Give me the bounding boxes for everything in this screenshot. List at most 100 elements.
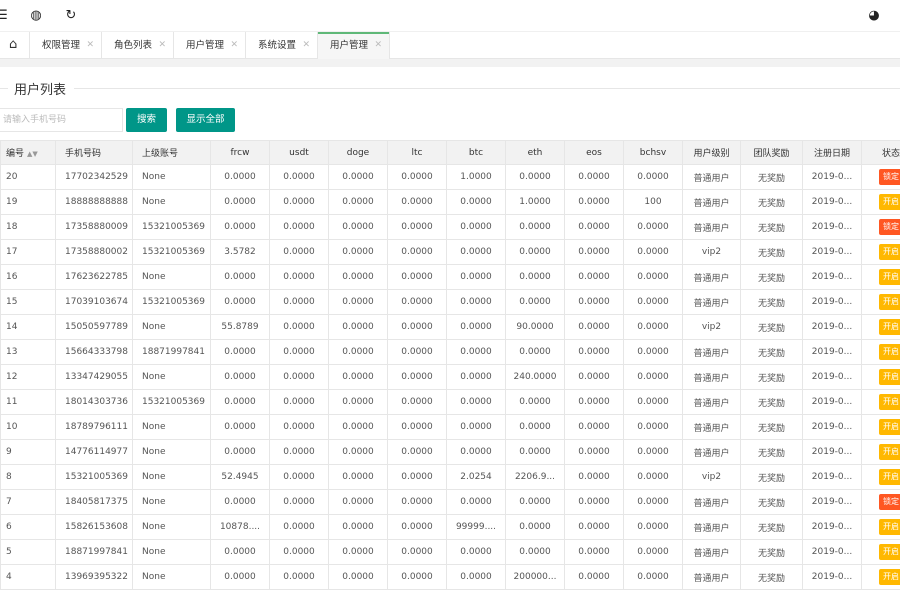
cell-ltc: 0.0000: [387, 364, 447, 390]
cell-doge: 0.0000: [328, 514, 388, 540]
status-toggle-button[interactable]: 开启: [879, 444, 900, 460]
cell-ltc: 0.0000: [387, 239, 447, 265]
status-toggle-button[interactable]: 开启: [879, 419, 900, 435]
status-toggle-button[interactable]: 开启: [879, 294, 900, 310]
table-row[interactable]: 17 17358880002 15321005369 3.5782 0.0000 0.00…: [0, 239, 900, 265]
cell-phone: 17623622785: [55, 264, 133, 290]
tab-user-management[interactable]: 用户管理 ✕: [174, 32, 246, 59]
tab-permission-management[interactable]: 权限管理 ✕: [30, 32, 102, 59]
cell-status: 开启: [861, 539, 900, 565]
menu-icon[interactable]: ☰: [0, 8, 10, 24]
cell-register-date: 2019-0...: [802, 189, 862, 215]
cell-frcw: 0.0000: [210, 439, 270, 465]
cell-btc: 0.0000: [446, 414, 506, 440]
cell-eth: 0.0000: [505, 164, 565, 190]
cell-eth: 0.0000: [505, 264, 565, 290]
cell-btc: 0.0000: [446, 289, 506, 315]
close-icon[interactable]: ✕: [158, 32, 166, 59]
sort-icon[interactable]: ▲▼: [27, 150, 38, 158]
cell-status: 开启: [861, 564, 900, 590]
show-all-button[interactable]: 显示全部: [176, 108, 235, 132]
status-toggle-button[interactable]: 锁定: [879, 494, 900, 510]
table-row[interactable]: 5 18871997841 None 0.0000 0.0000 0.0000 0.0000…: [0, 539, 900, 565]
cell-id: 13: [0, 339, 56, 365]
cell-phone: 15664333798: [55, 339, 133, 365]
cell-id: 9: [0, 439, 56, 465]
cell-status: 开启: [861, 414, 900, 440]
status-toggle-button[interactable]: 开启: [879, 244, 900, 260]
column-header-id[interactable]: 编号 ▲▼: [0, 140, 56, 165]
status-toggle-button[interactable]: 开启: [879, 519, 900, 535]
status-toggle-button[interactable]: 开启: [879, 544, 900, 560]
cell-eth: 0.0000: [505, 339, 565, 365]
cell-usdt: 0.0000: [269, 514, 329, 540]
phone-search-input[interactable]: 请输入手机号码: [0, 108, 123, 132]
cell-ltc: 0.0000: [387, 389, 447, 415]
cell-status: 开启: [861, 339, 900, 365]
status-toggle-button[interactable]: 锁定: [879, 219, 900, 235]
table-row[interactable]: 6 15826153608 None 10878.... 0.0000 0.0000 0.0…: [0, 514, 900, 540]
cell-team-reward: 无奖励: [740, 314, 803, 340]
table-row[interactable]: 14 15050597789 None 55.8789 0.0000 0.0000 0.00…: [0, 314, 900, 340]
close-icon[interactable]: ✕: [86, 32, 94, 59]
status-toggle-button[interactable]: 开启: [879, 394, 900, 410]
cell-usdt: 0.0000: [269, 564, 329, 590]
cell-register-date: 2019-0...: [802, 164, 862, 190]
tab-user-management-active[interactable]: 用户管理 ✕: [318, 32, 390, 59]
cell-eos: 0.0000: [564, 164, 624, 190]
cell-frcw: 0.0000: [210, 389, 270, 415]
cell-id: 11: [0, 389, 56, 415]
tab-role-list[interactable]: 角色列表 ✕: [102, 32, 174, 59]
table-row[interactable]: 18 17358880009 15321005369 0.0000 0.0000 0.00…: [0, 214, 900, 240]
status-toggle-button[interactable]: 锁定: [879, 169, 900, 185]
cell-btc: 0.0000: [446, 539, 506, 565]
table-row[interactable]: 12 13347429055 None 0.0000 0.0000 0.0000 0.000…: [0, 364, 900, 390]
table-row[interactable]: 8 15321005369 None 52.4945 0.0000 0.0000 0.000…: [0, 464, 900, 490]
table-row[interactable]: 15 17039103674 15321005369 0.0000 0.0000 0.00…: [0, 289, 900, 315]
close-icon[interactable]: ✕: [302, 32, 310, 59]
cell-eos: 0.0000: [564, 189, 624, 215]
table-row[interactable]: 13 15664333798 18871997841 0.0000 0.0000 0.00…: [0, 339, 900, 365]
globe-icon[interactable]: ◍: [28, 8, 44, 24]
cell-eth: 0.0000: [505, 289, 565, 315]
cell-parent-account: None: [132, 414, 211, 440]
status-toggle-button[interactable]: 开启: [879, 194, 900, 210]
cell-ltc: 0.0000: [387, 189, 447, 215]
table-row[interactable]: 11 18014303736 15321005369 0.0000 0.0000 0.00…: [0, 389, 900, 415]
table-row[interactable]: 4 13969395322 None 0.0000 0.0000 0.0000 0.0000…: [0, 564, 900, 590]
tab-system-settings[interactable]: 系统设置 ✕: [246, 32, 318, 59]
table-row[interactable]: 7 18405817375 None 0.0000 0.0000 0.0000 0.0000…: [0, 489, 900, 515]
status-toggle-button[interactable]: 开启: [879, 469, 900, 485]
cell-register-date: 2019-0...: [802, 339, 862, 365]
table-row[interactable]: 19 18888888888 None 0.0000 0.0000 0.0000 0.000…: [0, 189, 900, 215]
cell-bchsv: 0.0000: [623, 489, 683, 515]
cell-parent-account: 15321005369: [132, 389, 211, 415]
status-toggle-button[interactable]: 开启: [879, 344, 900, 360]
close-icon[interactable]: ✕: [374, 32, 382, 59]
table-row[interactable]: 10 18789796111 None 0.0000 0.0000 0.0000 0.000…: [0, 414, 900, 440]
table-row[interactable]: 20 17702342529 None 0.0000 0.0000 0.0000 0.000…: [0, 164, 900, 190]
table-header-row: 编号 ▲▼ 手机号码 上级账号 frcw usdt doge ltc btc et…: [0, 140, 900, 165]
cell-doge: 0.0000: [328, 389, 388, 415]
cell-team-reward: 无奖励: [740, 514, 803, 540]
refresh-icon[interactable]: ↻: [63, 8, 79, 24]
close-icon[interactable]: ✕: [230, 32, 238, 59]
status-toggle-button[interactable]: 开启: [879, 569, 900, 585]
tab-label: 用户管理: [330, 40, 369, 51]
status-toggle-button[interactable]: 开启: [879, 369, 900, 385]
status-toggle-button[interactable]: 开启: [879, 319, 900, 335]
cell-ltc: 0.0000: [387, 489, 447, 515]
table-row[interactable]: 16 17623622785 None 0.0000 0.0000 0.0000 0.000…: [0, 264, 900, 290]
column-header-ltc: ltc: [387, 140, 447, 165]
cell-eos: 0.0000: [564, 414, 624, 440]
table-row[interactable]: 9 14776114977 None 0.0000 0.0000 0.0000 0.0000…: [0, 439, 900, 465]
status-toggle-button[interactable]: 开启: [879, 269, 900, 285]
cell-user-level: 普通用户: [682, 389, 741, 415]
cell-doge: 0.0000: [328, 539, 388, 565]
cell-register-date: 2019-0...: [802, 489, 862, 515]
tab-home[interactable]: ⌂: [0, 32, 30, 59]
cell-doge: 0.0000: [328, 564, 388, 590]
search-button[interactable]: 搜索: [126, 108, 167, 132]
cell-doge: 0.0000: [328, 214, 388, 240]
theme-icon[interactable]: ◕: [866, 8, 882, 24]
